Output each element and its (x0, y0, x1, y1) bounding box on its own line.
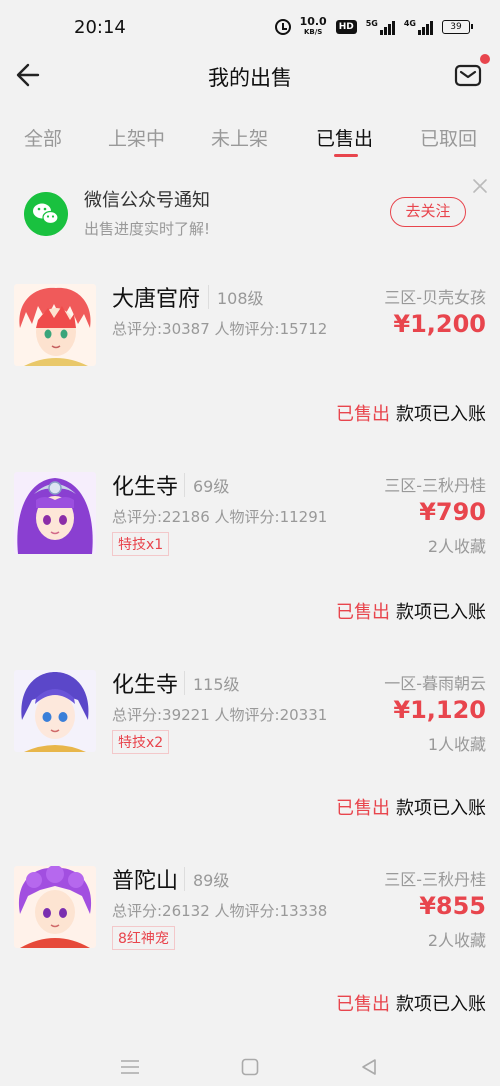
item-level: 108级 (208, 285, 264, 309)
item-level: 69级 (184, 473, 229, 497)
status-paid: 款项已入账 (396, 798, 486, 819)
item-price: ¥1,200 (393, 310, 486, 338)
tab-all[interactable]: 全部 (24, 124, 62, 151)
item-level: 89级 (184, 867, 229, 891)
tab-sold[interactable]: 已售出 (316, 124, 373, 151)
wechat-notice: 微信公众号通知 出售进度实时了解! 去关注 (0, 176, 500, 248)
battery-icon: 39 (442, 20, 473, 34)
net-speed: 10.0 KB/S (299, 15, 327, 36)
item-scores: 总评分:26132 人物评分:13338 (112, 902, 328, 920)
item-tag: 8红神宠 (112, 926, 175, 950)
header: 我的出售 (0, 50, 500, 100)
status-sold: 已售出 (336, 404, 390, 425)
avatar (14, 472, 96, 554)
system-nav-bar (0, 1048, 500, 1086)
item-status: 已售出 款项已入账 (336, 400, 486, 426)
mail-icon[interactable] (454, 61, 482, 89)
tab-unlisted[interactable]: 未上架 (211, 124, 268, 151)
status-time: 20:14 (74, 17, 126, 38)
notice-title: 微信公众号通知 (84, 190, 210, 211)
tab-listed[interactable]: 上架中 (108, 124, 165, 151)
item-name: 大唐官府 (112, 287, 201, 312)
notice-subtitle: 出售进度实时了解! (84, 220, 211, 238)
item-scores: 总评分:22186 人物评分:11291 (112, 508, 328, 526)
item-name: 化生寺 (112, 673, 179, 698)
item-price: ¥855 (419, 892, 486, 920)
status-sold: 已售出 (336, 798, 390, 819)
status-sold: 已售出 (336, 994, 390, 1015)
back-nav-icon[interactable] (360, 1058, 378, 1076)
unread-dot (480, 54, 490, 64)
avatar (14, 866, 96, 948)
item-favorites: 2人收藏 (427, 931, 486, 950)
item-server: 三区-三秋丹桂 (384, 870, 486, 889)
item-status: 已售出 款项已入账 (336, 598, 486, 624)
item-favorites: 1人收藏 (427, 735, 486, 754)
wechat-icon (24, 192, 68, 236)
item-status: 已售出 款项已入账 (336, 990, 486, 1016)
item-scores: 总评分:39221 人物评分:20331 (112, 706, 328, 724)
item-tag: 特技x2 (112, 730, 170, 754)
status-bar: 20:14 10.0 KB/S HD 5G 4G 39 (0, 0, 500, 56)
item-server: 三区-三秋丹桂 (384, 476, 486, 495)
status-paid: 款项已入账 (396, 404, 486, 425)
tab-active-indicator (334, 154, 358, 157)
hd-icon: HD (335, 20, 357, 34)
item-favorites: 2人收藏 (427, 537, 486, 556)
follow-button[interactable]: 去关注 (390, 197, 466, 227)
item-scores: 总评分:30387 人物评分:15712 (112, 320, 328, 338)
item-price: ¥790 (419, 498, 486, 526)
menu-nav-icon[interactable] (120, 1058, 140, 1076)
status-paid: 款项已入账 (396, 602, 486, 623)
item-server: 一区-暮雨朝云 (384, 674, 486, 693)
tab-retrieved[interactable]: 已取回 (420, 124, 477, 151)
item-server: 三区-贝壳女孩 (384, 288, 486, 307)
item-price: ¥1,120 (393, 696, 486, 724)
status-sold: 已售出 (336, 602, 390, 623)
signal-icon-1: 5G (366, 19, 395, 35)
close-icon[interactable] (472, 178, 488, 194)
item-name: 普陀山 (112, 869, 179, 894)
item-tag: 特技x1 (112, 532, 170, 556)
item-level: 115级 (184, 671, 240, 695)
avatar (14, 670, 96, 752)
avatar (14, 284, 96, 366)
page-title: 我的出售 (208, 66, 292, 90)
tab-bar: 全部 上架中 未上架 已售出 已取回 (0, 118, 500, 162)
home-nav-icon[interactable] (241, 1058, 259, 1076)
signal-icon-2: 4G (404, 19, 433, 35)
status-paid: 款项已入账 (396, 994, 486, 1015)
item-name: 化生寺 (112, 475, 179, 500)
status-icons: 10.0 KB/S HD 5G 4G 39 (274, 15, 473, 37)
item-status: 已售出 款项已入账 (336, 794, 486, 820)
alarm-icon (274, 19, 291, 35)
